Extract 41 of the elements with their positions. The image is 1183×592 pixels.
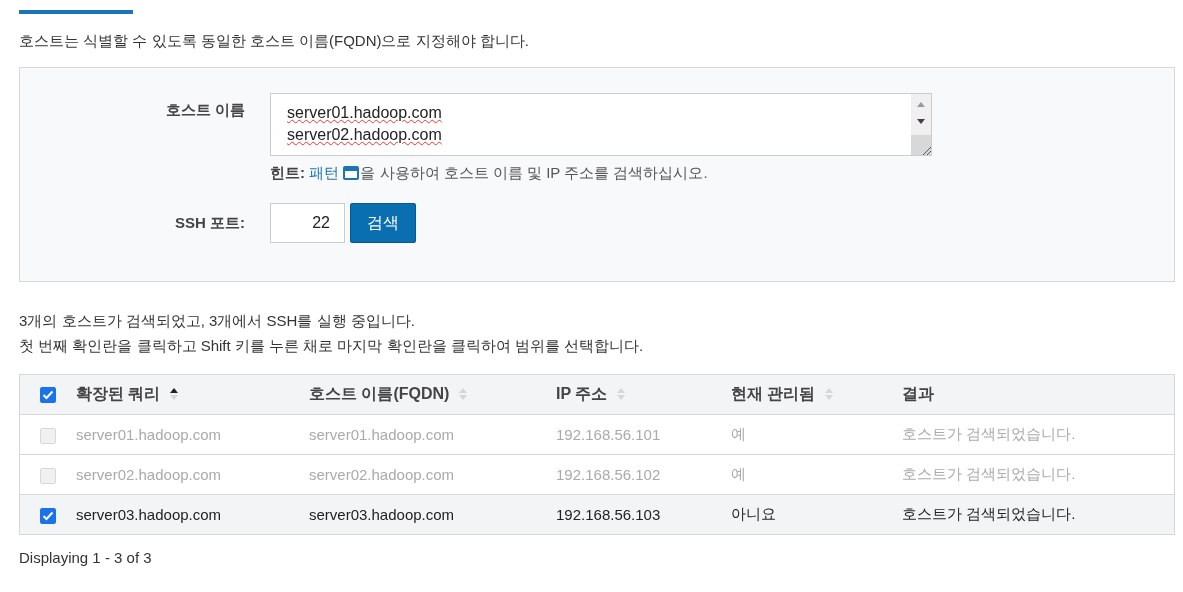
table-cell: 호스트가 검색되었습니다. xyxy=(902,465,1076,482)
table-cell: server03.hadoop.com xyxy=(76,506,222,523)
select-all-checkbox[interactable] xyxy=(40,387,56,404)
table-cell: 아니요 xyxy=(731,505,776,522)
intro-text: 호스트는 식별할 수 있도록 동일한 호스트 이름(FQDN)으로 지정해야 합니다. xyxy=(19,32,530,51)
table-cell: server03.hadoop.com xyxy=(309,506,455,523)
table-cell: 192.168.56.103 xyxy=(556,506,661,523)
column-header[interactable]: 현재 관리됨 xyxy=(731,385,816,402)
host-name-label: 호스트 이름 xyxy=(164,100,245,120)
search-button[interactable]: 검색 xyxy=(350,203,416,243)
row-checkbox[interactable] xyxy=(40,507,56,524)
column-header[interactable]: 결과 xyxy=(902,385,934,402)
summary-text: 첫 번째 확인란을 클릭하고 Shift 키를 누른 채로 마지막 확인란을 클릭하여 범위를 선택합니다. xyxy=(19,336,645,356)
scroll-down-icon[interactable] xyxy=(917,119,925,124)
table-cell: 호스트가 검색되었습니다. xyxy=(902,505,1076,522)
table-cell: 192.168.56.101 xyxy=(556,426,661,443)
column-header[interactable]: 호스트 이름(FQDN) xyxy=(309,385,450,402)
table-cell: 호스트가 검색되었습니다. xyxy=(902,425,1076,442)
table-cell: server01.hadoop.com xyxy=(76,426,222,443)
sort-icon[interactable] xyxy=(825,387,834,401)
sort-icon[interactable] xyxy=(459,387,468,401)
window-icon xyxy=(343,166,360,180)
column-header[interactable]: IP 주소 xyxy=(556,385,608,402)
sort-icon[interactable] xyxy=(617,387,626,401)
pattern-link[interactable]: 패턴 xyxy=(309,164,340,181)
table-cell: 예 xyxy=(731,465,746,482)
table-cell: server01.hadoop.com xyxy=(309,426,455,443)
sort-ascending-icon[interactable] xyxy=(170,387,179,401)
scroll-up-icon[interactable] xyxy=(917,102,925,107)
resize-grip-icon[interactable] xyxy=(921,145,931,155)
summary-text: 3개의 호스트가 검색되었고, 3개에서 SSH를 실행 중입니다. xyxy=(19,311,416,331)
table-cell: 예 xyxy=(731,425,746,442)
column-header[interactable]: 확장된 쿼리 xyxy=(76,385,161,402)
hint-text: 힌트: 패턴 을 사용하여 호스트 이름 및 IP 주소를 검색하십시오. xyxy=(270,164,709,183)
table-cell: server02.hadoop.com xyxy=(309,466,455,483)
table-cell: server02.hadoop.com xyxy=(76,466,222,483)
ssh-port-field[interactable]: 22 xyxy=(270,203,345,243)
table-cell: 192.168.56.102 xyxy=(556,466,661,483)
host-name-field[interactable]: server01.hadoop.com server02.hadoop.com xyxy=(270,93,932,156)
pagination-text: Displaying 1 - 3 of 3 xyxy=(19,549,153,566)
ssh-port-label: SSH 포트: xyxy=(174,213,245,233)
